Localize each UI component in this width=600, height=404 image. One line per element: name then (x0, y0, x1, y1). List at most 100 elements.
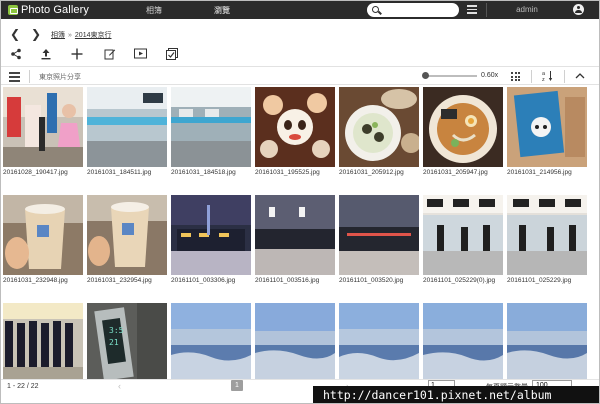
photo-tile[interactable]: 20161101_025229(0).jpg (423, 195, 503, 289)
photo-tile[interactable] (255, 303, 335, 379)
photo-filename: 20161031_195525.jpg (255, 169, 320, 176)
photo-tile[interactable]: 3:5 21 (87, 303, 167, 379)
photo-tile[interactable]: 20161031_232954.jpg (87, 195, 167, 289)
subbar-divider (531, 70, 532, 83)
album-toolbar (1, 45, 599, 65)
tab-browse[interactable]: 瀏覽 (188, 5, 256, 16)
photo-tile[interactable]: 20161031_205947.jpg (423, 87, 503, 181)
album-share-name: 東京照片分享 (39, 74, 81, 81)
photo-tile[interactable]: 20161031_184511.jpg (87, 87, 167, 181)
breadcrumb: 相簿» 2014東京行 (51, 30, 111, 40)
app-title: Photo Gallery (21, 4, 89, 16)
photo-thumbnail[interactable] (87, 87, 167, 167)
slideshow-icon[interactable] (133, 48, 147, 62)
photo-grid: 20161028_190417.jpg 20161031_184511.jpg (3, 87, 599, 379)
svg-text:3:5: 3:5 (109, 326, 124, 335)
breadcrumb-root-link[interactable]: 相簿 (51, 32, 65, 39)
photo-filename: 20161101_003516.jpg (255, 277, 320, 284)
photo-thumbnail[interactable] (87, 195, 167, 275)
photo-thumbnail[interactable] (255, 87, 335, 167)
subbar-divider (564, 70, 565, 83)
photo-filename: 20161101_003520.jpg (339, 277, 404, 284)
photo-tile[interactable]: 20161101_003516.jpg (255, 195, 335, 289)
zoom-level: 0.60x (481, 72, 499, 79)
photo-thumbnail[interactable] (339, 303, 419, 379)
zoom-slider-handle[interactable] (422, 72, 429, 79)
photo-tile[interactable]: 20161101_025229.jpg (507, 195, 587, 289)
user-avatar-icon[interactable] (573, 4, 584, 15)
photo-filename: 20161028_190417.jpg (3, 169, 68, 176)
photo-tile[interactable]: 20161031_195525.jpg (255, 87, 335, 181)
photo-tile[interactable] (3, 303, 83, 379)
edit-icon[interactable] (103, 48, 117, 62)
photo-tile[interactable]: 20161031_232948.jpg (3, 195, 83, 289)
photo-tile[interactable]: 20161101_003306.jpg (171, 195, 251, 289)
photo-tile[interactable]: 20161101_003520.jpg (339, 195, 419, 289)
photo-tile[interactable] (171, 303, 251, 379)
share-icon[interactable] (9, 48, 23, 62)
photo-thumbnail[interactable] (3, 87, 83, 167)
photo-thumbnail[interactable] (171, 303, 251, 379)
photo-filename: 20161031_205912.jpg (339, 169, 404, 176)
select-all-icon[interactable] (165, 48, 179, 62)
top-bar-divider (486, 3, 487, 17)
photo-thumbnail[interactable] (423, 87, 503, 167)
search-icon[interactable] (372, 6, 379, 13)
photo-filename: 20161101_025229.jpg (507, 277, 572, 284)
task-list-icon[interactable] (467, 5, 477, 14)
photo-filename: 20161031_184511.jpg (87, 169, 152, 176)
photo-thumbnail[interactable]: 3:5 21 (87, 303, 167, 379)
subbar-divider (29, 70, 30, 83)
photo-tile[interactable]: 20161031_184518.jpg (171, 87, 251, 181)
search-box[interactable] (367, 3, 459, 17)
photo-filename: 20161031_232954.jpg (87, 277, 152, 284)
search-input[interactable] (382, 4, 454, 16)
collapse-up-icon[interactable] (575, 71, 585, 81)
forward-chevron-icon[interactable]: ❯ (30, 28, 42, 40)
photo-thumbnail[interactable] (255, 303, 335, 379)
photo-thumbnail[interactable] (255, 195, 335, 275)
app-logo[interactable]: Photo Gallery (8, 4, 120, 16)
photo-thumbnail[interactable] (339, 87, 419, 167)
photo-filename: 20161101_025229(0).jpg (423, 277, 496, 284)
photo-filename: 20161101_003306.jpg (171, 277, 236, 284)
breadcrumb-row: ❮ ❯ 相簿» 2014東京行 (1, 24, 599, 44)
back-chevron-icon[interactable]: ❮ (9, 28, 21, 40)
grid-view-icon[interactable] (511, 72, 520, 81)
photo-tile[interactable] (423, 303, 503, 379)
photo-count: 1 - 22 / 22 (7, 383, 39, 390)
photo-thumbnail[interactable] (3, 303, 83, 379)
photo-thumbnail[interactable] (507, 195, 587, 275)
photo-thumbnail[interactable] (171, 195, 251, 275)
add-icon[interactable] (70, 48, 84, 62)
photo-thumbnail[interactable] (3, 195, 83, 275)
photo-gallery-logo-icon (8, 5, 18, 15)
photo-tile[interactable]: 20161028_190417.jpg (3, 87, 83, 181)
sidebar-toggle-icon[interactable] (9, 72, 20, 82)
photo-thumbnail[interactable] (423, 195, 503, 275)
photo-thumbnail[interactable] (507, 87, 587, 167)
watermark-url: http://dancer101.pixnet.net/album (313, 386, 599, 403)
zoom-slider-track[interactable] (425, 75, 477, 77)
photo-thumbnail[interactable] (507, 303, 587, 379)
upload-icon[interactable] (39, 48, 53, 62)
photo-tile[interactable]: 20161031_214956.jpg (507, 87, 587, 181)
photo-filename: 20161031_232948.jpg (3, 277, 68, 284)
prev-page-button[interactable]: ‹ (118, 381, 121, 391)
photo-tile[interactable] (507, 303, 587, 379)
tab-albums[interactable]: 相簿 (120, 5, 188, 16)
photo-gallery-window: Photo Gallery 相簿 瀏覽 admin ❮ ❯ 相簿» 2014東京行 (0, 0, 600, 404)
breadcrumb-current[interactable]: 2014東京行 (75, 32, 112, 39)
photo-tile[interactable] (339, 303, 419, 379)
photo-thumbnail[interactable] (423, 303, 503, 379)
album-subbar: 東京照片分享 0.60x az (1, 66, 599, 85)
photo-thumbnail[interactable] (171, 87, 251, 167)
sort-az-icon[interactable]: az (542, 70, 554, 83)
photo-filename: 20161031_184518.jpg (171, 169, 236, 176)
breadcrumb-separator: » (68, 32, 72, 39)
photo-thumbnail[interactable] (339, 195, 419, 275)
user-name[interactable]: admin (507, 5, 547, 14)
photo-filename: 20161031_205947.jpg (423, 169, 488, 176)
current-page-button[interactable]: 1 (231, 380, 243, 391)
photo-tile[interactable]: 20161031_205912.jpg (339, 87, 419, 181)
